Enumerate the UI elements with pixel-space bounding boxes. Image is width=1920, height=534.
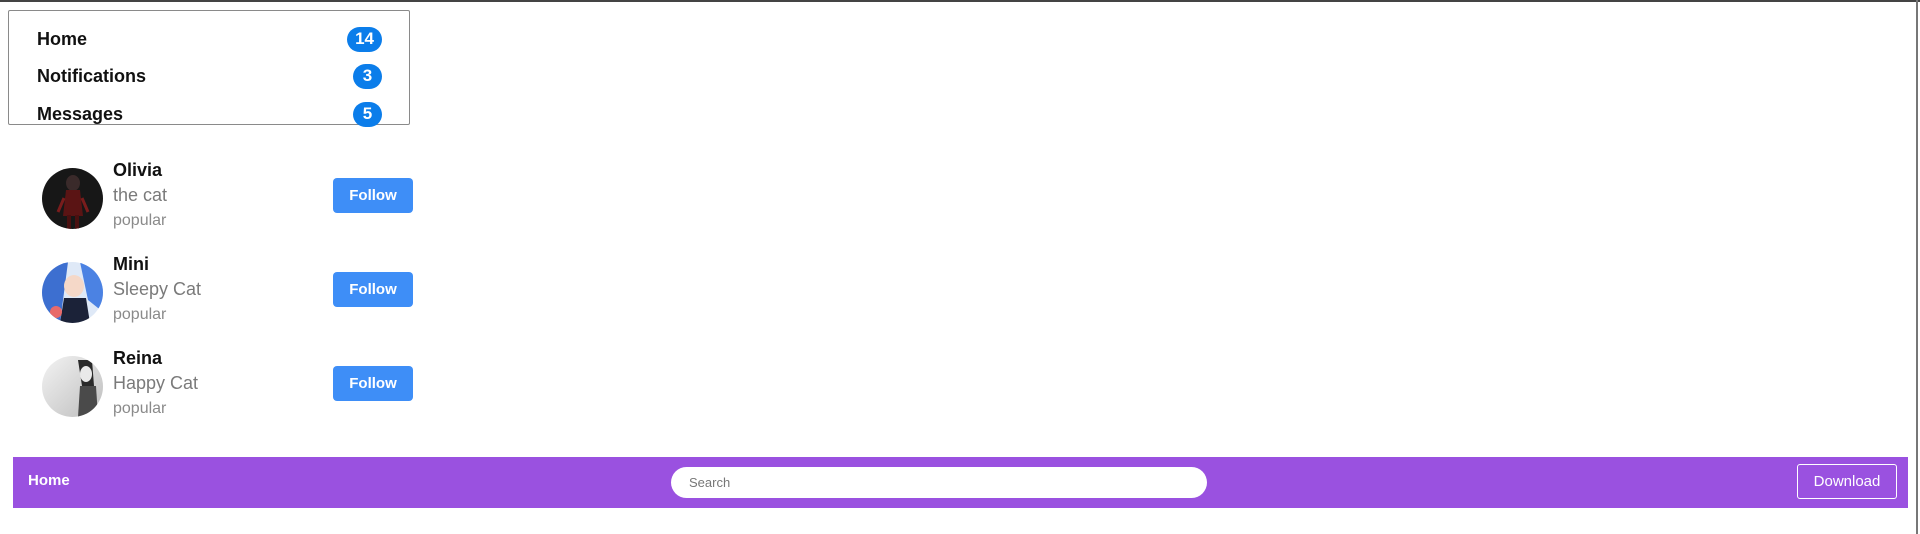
follow-button[interactable]: Follow	[333, 178, 413, 213]
brand-home-link[interactable]: Home	[28, 472, 70, 489]
nav-item-label: Home	[37, 28, 88, 49]
user-subtitle: the cat	[113, 185, 168, 205]
right-border	[1916, 0, 1918, 534]
nav-item-notifications[interactable]: Notifications 3	[9, 58, 409, 94]
user-meta: popular	[113, 212, 167, 229]
user-card: Olivia the cat popular Follow	[42, 160, 414, 240]
user-card: Reina Happy Cat popular Follow	[42, 348, 414, 428]
user-meta: popular	[113, 400, 167, 417]
avatar[interactable]	[42, 356, 103, 417]
search-input[interactable]	[671, 467, 1207, 498]
user-card: Mini Sleepy Cat popular Follow	[42, 254, 414, 334]
top-border	[0, 0, 1920, 2]
follow-button[interactable]: Follow	[333, 272, 413, 307]
user-meta: popular	[113, 306, 167, 323]
user-name[interactable]: Olivia	[113, 160, 162, 181]
nav-item-label: Notifications	[37, 65, 147, 86]
avatar[interactable]	[42, 168, 103, 229]
nav-item-label: Messages	[37, 103, 124, 124]
nav-item-messages[interactable]: Messages 5	[9, 96, 409, 132]
download-button[interactable]: Download	[1797, 464, 1897, 499]
user-subtitle: Sleepy Cat	[113, 279, 202, 299]
count-badge: 14	[347, 26, 382, 52]
user-subtitle: Happy Cat	[113, 373, 199, 393]
follow-button[interactable]: Follow	[333, 366, 413, 401]
app-bar: Home Download	[13, 457, 1908, 508]
count-badge: 3	[353, 63, 382, 89]
avatar[interactable]	[42, 262, 103, 323]
nav-item-home[interactable]: Home 14	[9, 21, 409, 57]
count-badge: 5	[353, 101, 382, 127]
user-name[interactable]: Reina	[113, 348, 162, 369]
nav-list: Home 14 Notifications 3 Messages 5	[8, 10, 410, 127]
user-name[interactable]: Mini	[113, 254, 149, 275]
